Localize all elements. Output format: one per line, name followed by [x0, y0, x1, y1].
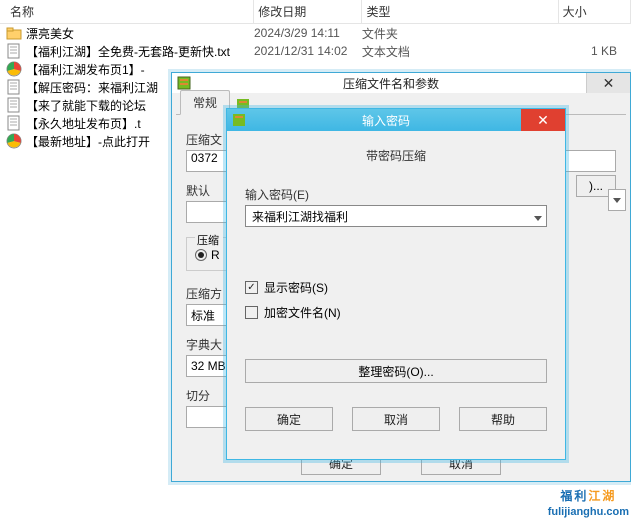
file-name: 【解压密码：来福利江湖	[26, 79, 158, 96]
file-name: 【福利江湖发布页1】-	[26, 61, 145, 78]
password-dialog: 输入密码 ✕ 带密码压缩 输入密码(E) 来福利江湖找福利 ✓ 显示密码(S) …	[226, 108, 566, 460]
file-type: 文件夹	[362, 25, 558, 42]
column-header-size[interactable]: 大小	[559, 0, 631, 23]
password-subtitle: 带密码压缩	[245, 147, 547, 164]
file-name: 【最新地址】-点此打开	[26, 133, 150, 150]
format-group-label: 压缩	[195, 232, 223, 248]
file-date: 2021/12/31 14:02	[254, 44, 362, 58]
chevron-down-icon[interactable]	[534, 210, 542, 224]
password-cancel-button[interactable]: 取消	[352, 407, 440, 431]
file-name: 【福利江湖】全免费-无套路-更新快.txt	[26, 43, 230, 60]
watermark-sub: fulijianghu.com	[548, 506, 629, 518]
file-name: 漂亮美女	[26, 25, 74, 42]
password-dialog-title: 输入密码	[251, 112, 521, 129]
password-input[interactable]: 来福利江湖找福利	[245, 205, 547, 227]
txt-icon	[6, 79, 22, 95]
password-value: 来福利江湖找福利	[252, 208, 348, 225]
method-value: 标准	[191, 307, 215, 324]
side-dropdown[interactable]	[608, 189, 626, 211]
show-password-label: 显示密码(S)	[264, 279, 328, 296]
txt-icon	[6, 115, 22, 131]
password-help-button[interactable]: 帮助	[459, 407, 547, 431]
chrome-icon	[6, 133, 22, 149]
compress-dialog-title: 压缩文件名和参数	[196, 75, 586, 92]
watermark-main: 福利江湖	[560, 480, 616, 506]
password-dialog-close[interactable]: ✕	[521, 109, 565, 131]
column-header-bar: 名称 修改日期 类型 大小	[0, 0, 631, 24]
radio-rar-label: R	[211, 248, 220, 262]
organize-passwords-button[interactable]: 整理密码(O)...	[245, 359, 547, 383]
txt-icon	[6, 97, 22, 113]
file-size: 1 KB	[558, 44, 631, 58]
compress-dialog-close[interactable]: ✕	[586, 73, 630, 93]
show-password-checkbox[interactable]: ✓ 显示密码(S)	[245, 279, 547, 296]
txt-icon	[6, 43, 22, 59]
file-name: 【来了就能下载的论坛	[26, 97, 146, 114]
password-label: 输入密码(E)	[245, 186, 547, 203]
column-header-date[interactable]: 修改日期	[254, 0, 362, 23]
file-type: 文本文档	[362, 43, 558, 60]
watermark: 福利江湖 fulijianghu.com	[548, 480, 629, 518]
file-row[interactable]: 【福利江湖】全免费-无套路-更新快.txt 2021/12/31 14:02文本文…	[0, 42, 631, 60]
encrypt-names-checkbox[interactable]: 加密文件名(N)	[245, 304, 547, 321]
chevron-down-icon	[613, 198, 621, 203]
password-ok-button[interactable]: 确定	[245, 407, 333, 431]
checkbox-unchecked-icon	[245, 306, 258, 319]
password-dialog-titlebar: 输入密码 ✕	[227, 109, 565, 131]
compress-dialog-titlebar: 压缩文件名和参数 ✕	[172, 73, 630, 93]
column-header-name[interactable]: 名称	[6, 0, 254, 23]
file-name: 【永久地址发布页】.t	[26, 115, 141, 132]
file-date: 2024/3/29 14:11	[254, 26, 362, 40]
checkbox-checked-icon: ✓	[245, 281, 258, 294]
tab-general[interactable]: 常规	[180, 90, 230, 115]
winrar-icon	[176, 75, 192, 91]
dict-value: 32 MB	[191, 359, 226, 373]
encrypt-names-label: 加密文件名(N)	[264, 304, 341, 321]
winrar-icon	[231, 112, 247, 128]
chrome-icon	[6, 61, 22, 77]
folder-icon	[6, 25, 22, 41]
file-row[interactable]: 漂亮美女 2024/3/29 14:11文件夹	[0, 24, 631, 42]
column-header-type[interactable]: 类型	[362, 0, 558, 23]
